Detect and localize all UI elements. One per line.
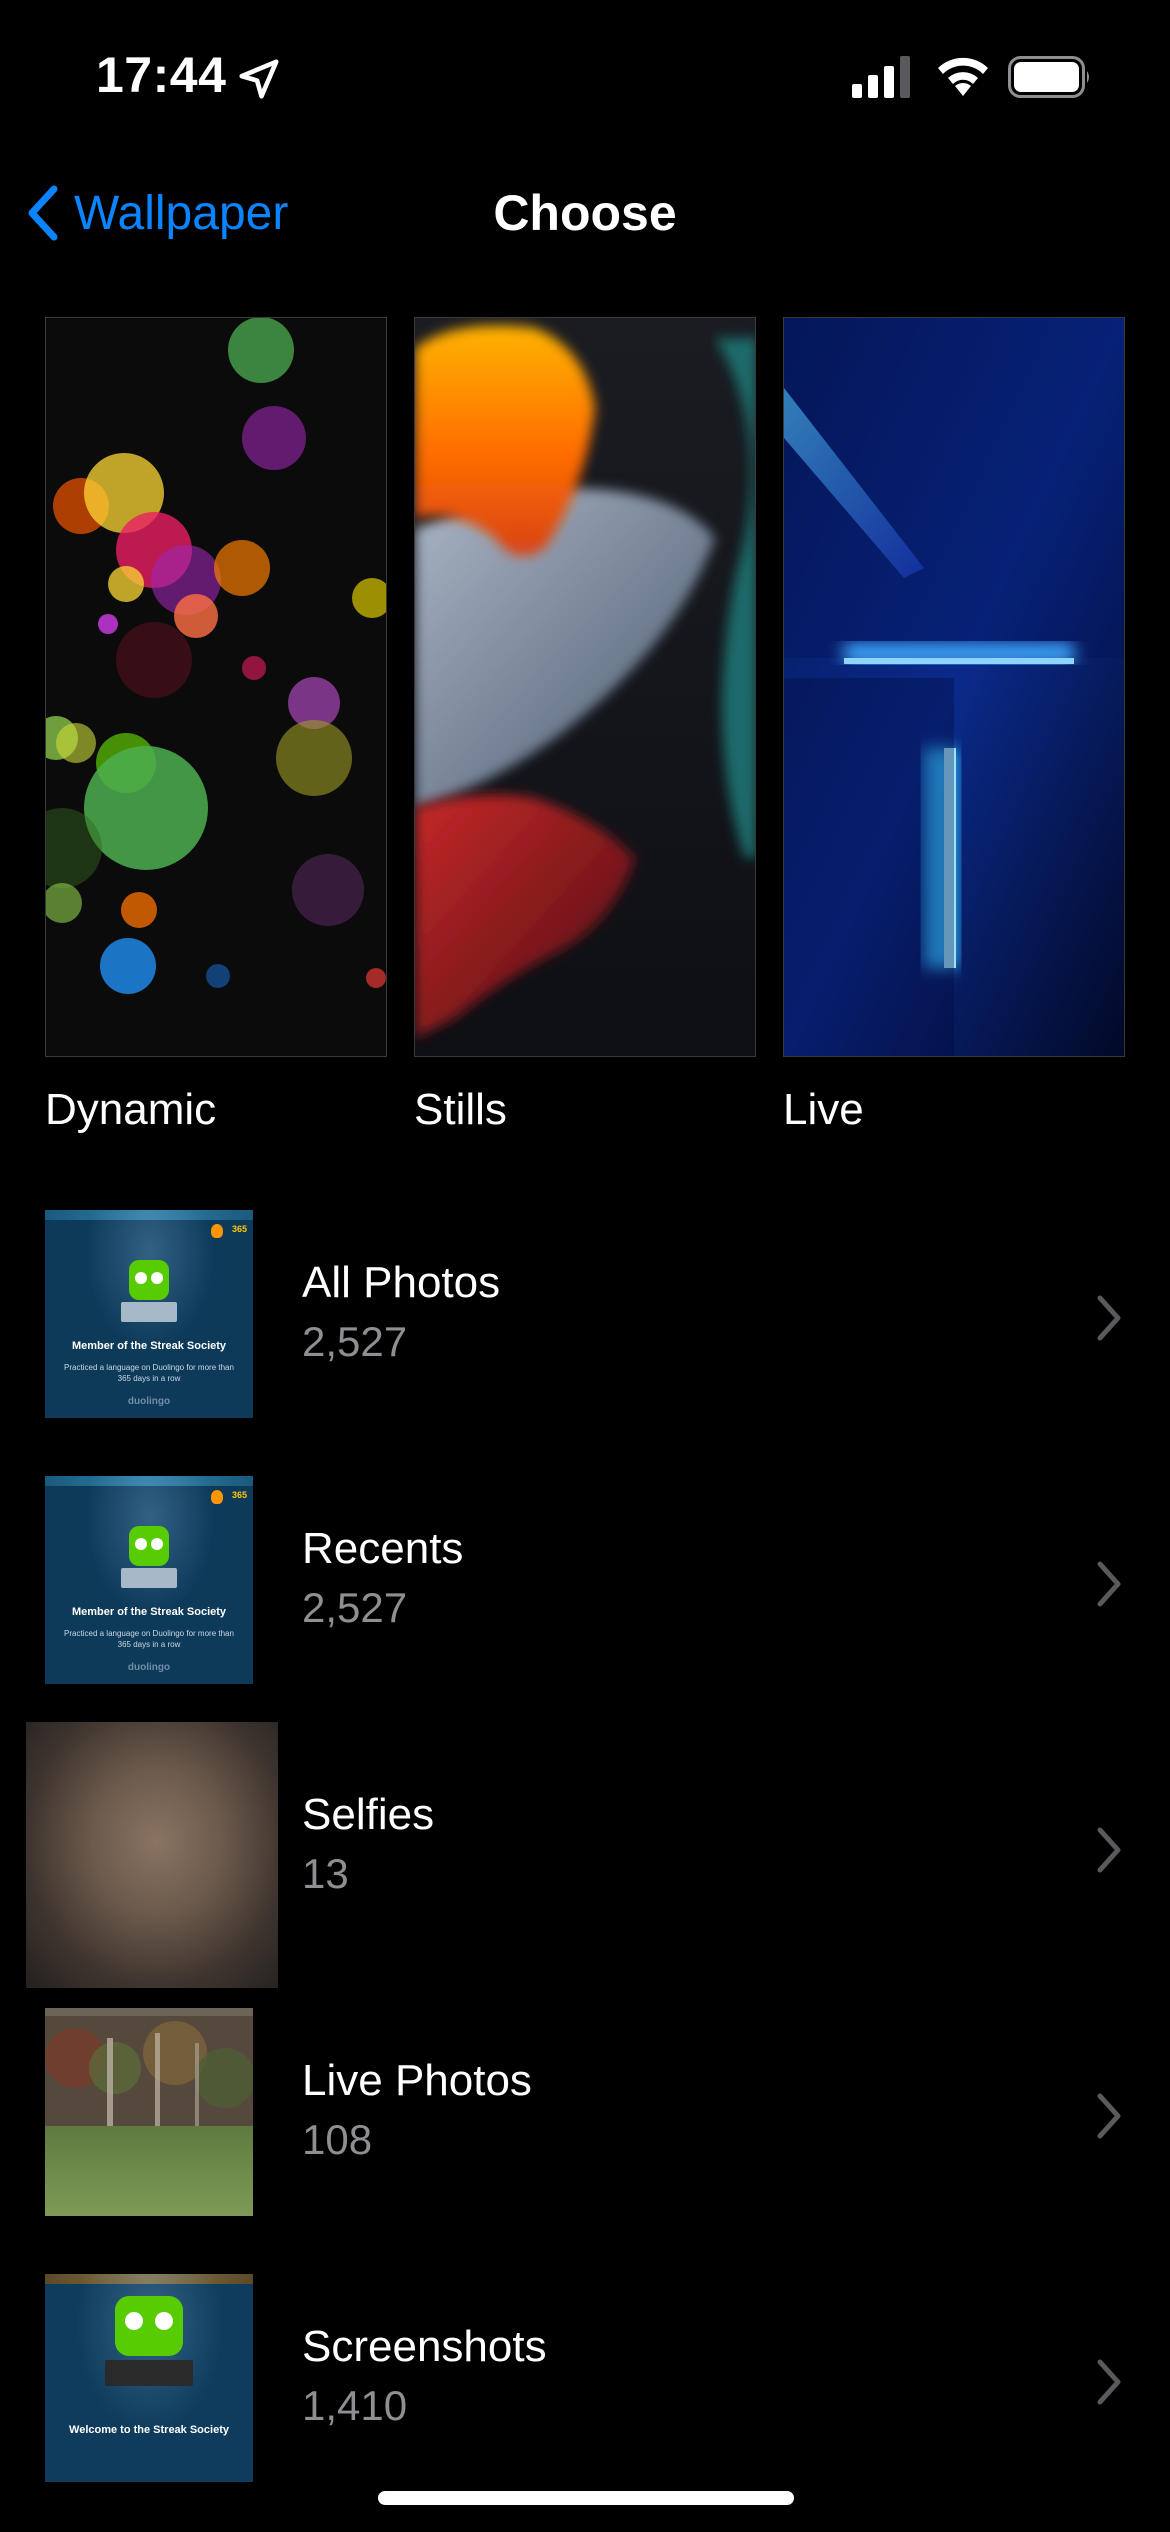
thumb-heading: Member of the Streak Society [71,1340,227,1352]
page-title: Choose [493,185,677,241]
category-stills[interactable]: Stills [414,317,756,1135]
album-thumbnail: 365 Member of the Streak Society Practic… [45,1210,253,1418]
owl-mascot-icon [115,2296,183,2356]
album-name: All Photos [302,1258,501,1307]
album-name: Live Photos [302,2056,532,2105]
flame-icon [211,1224,223,1238]
album-row-selfies[interactable]: Selfies 13 [0,1722,1170,1988]
thumb-brand: duolingo [127,1662,171,1673]
dynamic-wallpaper-thumbnail [45,317,387,1057]
flame-icon [211,1490,223,1504]
landscape-photo-image [45,2008,253,2216]
album-count: 13 [302,1850,349,1897]
abstract-shapes-image [415,318,755,1056]
album-row-recents[interactable]: 365 Member of the Streak Society Practic… [0,1456,1170,1722]
chevron-right-icon [1097,1827,1121,1873]
stills-wallpaper-thumbnail [414,317,756,1057]
category-label: Live [783,1085,864,1134]
thumb-body: Practiced a language on Duolingo for mor… [64,1629,234,1649]
album-name: Recents [302,1524,464,1573]
album-row-screenshots[interactable]: Welcome to the Streak Society Screenshot… [0,2254,1170,2520]
thumb-heading: Welcome to the Streak Society [69,2424,229,2436]
live-wallpaper-thumbnail [783,317,1125,1057]
album-count: 1,410 [302,2382,408,2429]
chevron-right-icon [1097,1295,1121,1341]
home-indicator[interactable] [378,2491,794,2505]
blue-light-image [784,318,1124,1056]
status-time: 17:44 [96,47,227,103]
album-row-live-photos[interactable]: Live Photos 108 [0,1988,1170,2254]
navigation-bar: Wallpaper Choose [0,160,1170,260]
category-label: Dynamic [45,1085,217,1134]
album-name: Screenshots [302,2322,547,2371]
album-thumbnail: 365 Member of the Streak Society Practic… [45,1476,253,1684]
thumb-brand: duolingo [127,1396,171,1407]
streak-count: 365 [231,1490,247,1500]
thumb-heading: Member of the Streak Society [71,1606,227,1618]
battery-icon [1008,56,1089,98]
album-count: 2,527 [302,1584,408,1631]
status-bar: 17:44 [0,0,1170,150]
album-thumbnail [26,1722,278,1988]
album-count: 108 [302,2116,373,2163]
chevron-right-icon [1097,2093,1121,2139]
album-thumbnail: Welcome to the Streak Society [45,2274,253,2482]
category-label: Stills [414,1085,507,1134]
album-thumbnail [45,2008,253,2216]
chevron-right-icon [1097,2359,1121,2405]
cellular-signal-icon [852,56,910,98]
category-dynamic[interactable]: Dynamic [45,317,387,1135]
category-live[interactable]: Live [783,317,1125,1135]
streak-count: 365 [231,1224,247,1234]
album-count: 2,527 [302,1318,408,1365]
wifi-icon [938,57,988,96]
album-row-all-photos[interactable]: 365 Member of the Streak Society Practic… [0,1190,1170,1456]
thumb-body: Practiced a language on Duolingo for mor… [64,1363,234,1383]
wallpaper-categories: Dynamic Stills Live [45,317,1125,1137]
album-name: Selfies [302,1790,435,1839]
chevron-right-icon [1097,1561,1121,1607]
bokeh-circles-image [46,318,386,1056]
location-arrow-icon [239,59,279,99]
